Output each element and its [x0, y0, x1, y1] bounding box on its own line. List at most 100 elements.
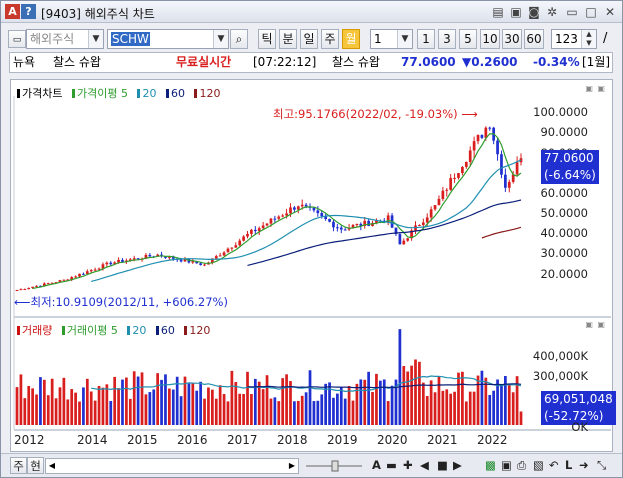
candle-body	[226, 248, 230, 253]
volume-bar	[457, 372, 460, 425]
spinner-icon[interactable]: ▲ ▼	[581, 30, 596, 48]
scroll-left-icon[interactable]: ◀	[46, 459, 58, 473]
volume-bar	[113, 376, 117, 425]
chart-area[interactable]: 가격차트 가격이평 5 20 60 120 ▣ ▣ 100.0000 90.00…	[10, 79, 616, 452]
candle-body	[82, 273, 85, 275]
volume-bar	[15, 387, 19, 425]
minus-icon[interactable]: ▬	[386, 457, 397, 474]
x-tick-label: 2016	[177, 433, 208, 447]
volume-bar	[35, 394, 38, 425]
volume-bar	[171, 389, 175, 425]
volume-ma20-line	[91, 375, 522, 393]
price-ylabel: 60.0000	[540, 186, 588, 200]
volume-bar	[42, 379, 46, 425]
legend-item-ma20: 20	[137, 87, 159, 100]
candle-body	[97, 268, 101, 270]
current-toggle-button[interactable]: 현	[27, 457, 44, 474]
candle-body	[269, 218, 273, 224]
volume-bar	[496, 379, 499, 425]
quick-60-button[interactable]: 60	[524, 29, 544, 49]
close-icon[interactable]: ✕	[602, 4, 618, 20]
period-minute-button[interactable]: 분	[279, 29, 297, 49]
volume-bar	[144, 394, 148, 425]
candle-body	[496, 140, 499, 155]
scroll-left-icon[interactable]: ◀	[420, 457, 429, 474]
period-week-button[interactable]: 주	[321, 29, 339, 49]
volume-bar	[234, 382, 238, 425]
candle-body	[253, 229, 257, 232]
candle-body	[246, 233, 249, 237]
week-toggle-button[interactable]: 주	[10, 457, 27, 474]
candle-body	[484, 127, 488, 138]
zoom-slider[interactable]	[304, 457, 364, 474]
volume-bar	[19, 374, 23, 425]
legend-item-ma60: 60	[165, 87, 188, 100]
volume-panel-controls[interactable]: ▣ ▣	[585, 320, 606, 329]
save-icon[interactable]: ▣	[501, 457, 512, 474]
market-select[interactable]: 해외주식 ▼	[26, 29, 104, 49]
title-bar: A ? [9403] 해외주식 차트 ▤ ▣ ◙ ✲ ▭ □ ✕	[1, 1, 622, 23]
edit-icon[interactable]: ▤	[490, 4, 506, 20]
high-annotation: 최고:95.1766(2022/02, -19.03%) ⟶	[273, 107, 478, 121]
compress-icon[interactable]: ⤡	[597, 457, 606, 474]
print-icon[interactable]: ⎙	[517, 457, 526, 474]
period-day-button[interactable]: 일	[300, 29, 318, 49]
period-month-button[interactable]: 월	[342, 29, 360, 49]
candle-body	[300, 204, 304, 207]
chevron-down-icon: ▼	[397, 30, 412, 48]
volume-bar	[363, 379, 367, 425]
candle-body	[293, 207, 296, 210]
quick-30-button[interactable]: 30	[502, 29, 522, 49]
volume-bar	[359, 379, 363, 425]
legend-item-ma120: 120	[194, 87, 223, 100]
period-label: [1월]	[582, 55, 611, 69]
candle-body	[234, 245, 238, 248]
maximize-icon[interactable]: □	[583, 4, 599, 20]
help-icon[interactable]: ?	[21, 4, 36, 19]
chevron-down-icon: ▼	[88, 30, 103, 48]
candle-body	[406, 238, 410, 241]
back-icon[interactable]: ↶	[549, 457, 559, 474]
candle-body	[289, 207, 292, 214]
candle-body	[461, 166, 464, 174]
quick-1-button[interactable]: 1	[417, 29, 435, 49]
save-icon[interactable]: ▣	[508, 4, 524, 20]
volume-bar	[105, 384, 109, 425]
camera-icon[interactable]: ◙	[526, 4, 542, 20]
chart-scrollbar[interactable]: ◀ ▶	[45, 458, 299, 474]
settings-icon[interactable]: ✲	[544, 4, 560, 20]
chevron-down-icon: ▼	[213, 30, 228, 48]
search-icon[interactable]: ⌕	[230, 29, 248, 49]
plus-icon[interactable]: ✚	[403, 457, 413, 474]
candle-body	[504, 174, 507, 188]
volume-bar	[246, 371, 249, 425]
quick-10-button[interactable]: 10	[480, 29, 500, 49]
volume-bar	[50, 378, 54, 425]
stop-icon[interactable]: ■	[437, 457, 448, 474]
chart-icon[interactable]: ▧	[533, 457, 544, 474]
count-input[interactable]: 123 ▲ ▼	[551, 29, 597, 49]
quick-3-button[interactable]: 3	[438, 29, 456, 49]
menu-icon[interactable]: ▭	[8, 30, 26, 48]
line-icon[interactable]: L	[565, 457, 572, 474]
symbol-input[interactable]: SCHW ▼	[107, 29, 229, 49]
candle-body	[214, 256, 218, 259]
volume-bar	[332, 397, 335, 425]
zoom-slider-track[interactable]	[304, 457, 364, 474]
quick-5-button[interactable]: 5	[459, 29, 477, 49]
slash-label: /	[603, 31, 608, 46]
minimize-icon[interactable]: ▭	[564, 4, 580, 20]
scroll-right-icon[interactable]: ▶	[286, 459, 298, 473]
forward-icon[interactable]: ➜	[579, 457, 589, 474]
play-icon[interactable]: ▶	[453, 457, 462, 474]
volume-bar	[312, 401, 316, 425]
candle-body	[85, 271, 89, 274]
price-panel-controls[interactable]: ▣ ▣	[585, 84, 606, 93]
candle-body	[105, 262, 109, 265]
multiplier-select[interactable]: 1 ▼	[370, 29, 413, 49]
excel-icon[interactable]: ▩	[485, 457, 496, 474]
zoom-label[interactable]: A	[372, 457, 381, 474]
period-tick-button[interactable]: 틱	[258, 29, 276, 49]
candle-body	[449, 178, 453, 190]
volume-bar	[336, 393, 339, 425]
